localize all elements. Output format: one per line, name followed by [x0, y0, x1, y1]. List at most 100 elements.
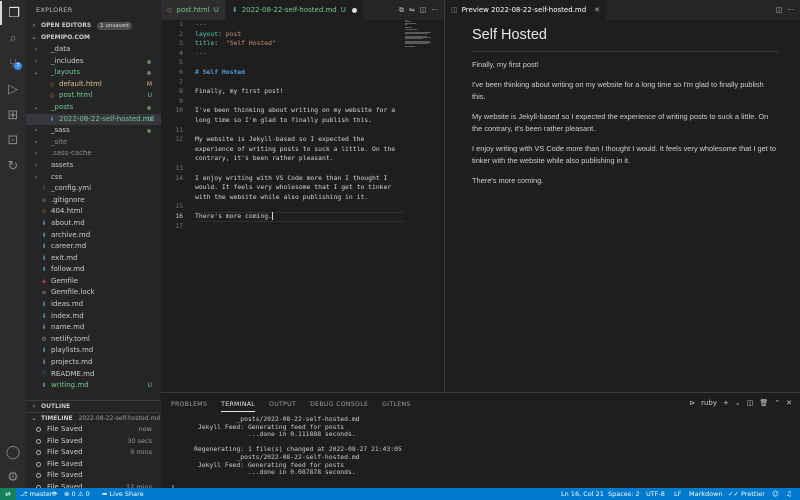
folder-item[interactable]: › css: [26, 172, 161, 184]
file-item[interactable]: ⬇ playlists.md: [26, 345, 161, 357]
chevron-right-icon: ›: [34, 173, 38, 181]
sync-icon[interactable]: ⟳: [52, 488, 57, 500]
folder-item[interactable]: › _site: [26, 137, 161, 149]
live-share-button[interactable]: ➦ Live Share: [102, 488, 144, 500]
trash-icon[interactable]: 🗑: [759, 399, 768, 407]
file-item[interactable]: ⬇ ideas.md: [26, 299, 161, 311]
folder-item[interactable]: › _includes: [26, 56, 161, 68]
file-item[interactable]: ⬇ career.md: [26, 241, 161, 253]
explorer-icon-glyph: ❐: [8, 5, 20, 21]
new-terminal-icon[interactable]: +: [723, 399, 729, 407]
problems-indicator[interactable]: ⊗ 0 ⚠ 0: [64, 488, 90, 500]
file-item[interactable]: ◇ post.html U: [26, 90, 161, 102]
maximize-panel-icon[interactable]: ⌃: [774, 399, 780, 407]
timeline-entry[interactable]: File Saved: [26, 459, 161, 471]
file-item[interactable]: ⬇ index.md: [26, 311, 161, 323]
file-item[interactable]: ⬇ writing.md U: [26, 380, 161, 392]
extensions-icon[interactable]: ⊞: [0, 103, 26, 127]
compare-changes-icon[interactable]: ⇋: [409, 6, 415, 14]
remote-explorer-icon[interactable]: ⊡: [0, 129, 26, 153]
run-debug-icon[interactable]: ▷: [0, 78, 26, 102]
panel-tab[interactable]: DEBUG CONSOLE: [310, 401, 368, 408]
file-item[interactable]: ≡ Gemfile.lock: [26, 287, 161, 299]
explorer-icon[interactable]: ❐: [0, 1, 26, 25]
file-name: career.md: [51, 242, 87, 251]
account-icon[interactable]: ◯: [0, 440, 26, 464]
remote-indicator[interactable]: ⇄: [0, 488, 16, 500]
file-item[interactable]: ⬇ exit.md: [26, 253, 161, 265]
modified-dot: [147, 71, 151, 76]
code-line: 5: [161, 58, 444, 68]
source-control-icon[interactable]: ⑂ 7: [0, 52, 26, 76]
folder-item[interactable]: ⌄ _posts: [26, 102, 161, 114]
file-type-icon: ⬇: [41, 231, 47, 239]
settings-gear-icon[interactable]: ⚙: [0, 465, 26, 489]
folder-item[interactable]: › assets: [26, 160, 161, 172]
file-item[interactable]: ⬇ name.md: [26, 322, 161, 334]
timeline-entry[interactable]: File Saved 9 mins: [26, 447, 161, 459]
search-icon-glyph: ⌕: [9, 31, 17, 46]
split-editor-icon[interactable]: ◫: [420, 6, 427, 14]
minimap[interactable]: [405, 20, 435, 50]
panel-tab[interactable]: TERMINAL: [221, 401, 256, 412]
folder-item[interactable]: ⌄ _layouts: [26, 67, 161, 79]
language-mode[interactable]: Markdown: [689, 488, 723, 500]
more-actions-icon[interactable]: ···: [787, 6, 794, 14]
branch-indicator[interactable]: ⎇ master*: [20, 488, 56, 500]
open-editors-header[interactable]: › OPEN EDITORS 1 unsaved: [26, 20, 161, 32]
line-ending[interactable]: LF: [674, 488, 681, 500]
more-actions-icon[interactable]: ···: [431, 6, 438, 14]
feedback-icon[interactable]: ☺: [772, 488, 779, 500]
open-preview-icon[interactable]: ⧉: [399, 6, 404, 15]
file-name: projects.md: [51, 358, 93, 367]
encoding[interactable]: UTF-8: [646, 488, 665, 500]
chevron-right-icon: ›: [34, 161, 38, 169]
chevron-right-icon: ›: [32, 402, 36, 410]
cursor-position[interactable]: Ln 16, Col 21: [561, 488, 604, 500]
terminal-shell-label[interactable]: ruby: [701, 399, 717, 407]
timeline-entry-time: now: [138, 425, 152, 433]
prettier-indicator[interactable]: ✓✓ Prettier: [728, 488, 765, 500]
panel-tab[interactable]: OUTPUT: [269, 401, 296, 408]
panel-tab[interactable]: PROBLEMS: [171, 401, 207, 408]
file-item[interactable]: ⬇ projects.md: [26, 357, 161, 369]
unsaved-dot-icon[interactable]: [351, 7, 357, 13]
preview-tab[interactable]: ◫ Preview 2022-08-22-self-hosted.md ✕: [445, 0, 608, 20]
file-item[interactable]: ⚙ netlify.toml: [26, 334, 161, 346]
live-share-icon[interactable]: ↻: [0, 154, 26, 178]
panel-tab[interactable]: GITLENS: [382, 401, 410, 408]
close-icon[interactable]: ✕: [594, 6, 600, 14]
file-item[interactable]: ◈ Gemfile: [26, 276, 161, 288]
file-item[interactable]: ! _config.yml: [26, 183, 161, 195]
split-terminal-icon[interactable]: ◫: [747, 399, 754, 407]
file-item[interactable]: ⓘ README.md: [26, 369, 161, 381]
file-type-icon: ⬇: [41, 219, 47, 227]
file-item[interactable]: ◇ default.html M: [26, 79, 161, 91]
folder-item[interactable]: › _sass: [26, 125, 161, 137]
close-panel-icon[interactable]: ✕: [786, 399, 792, 407]
file-item[interactable]: ⬇ archive.md: [26, 230, 161, 242]
file-item[interactable]: ◇ 404.html: [26, 206, 161, 218]
workspace-header[interactable]: ⌄ OPEMIPO.COM: [26, 32, 161, 44]
file-item[interactable]: ◆ .gitignore: [26, 195, 161, 207]
split-editor-icon[interactable]: ◫: [776, 6, 783, 14]
file-item[interactable]: ⬇ follow.md: [26, 264, 161, 276]
folder-item[interactable]: › .sass-cache: [26, 148, 161, 160]
indentation[interactable]: Spaces: 2: [608, 488, 640, 500]
outline-header[interactable]: › OUTLINE: [26, 400, 161, 412]
code-editor[interactable]: 1 --- 2 layout: post 3 title: "Self Hosted" 4 -…: [161, 20, 444, 392]
notifications-icon[interactable]: ♫: [786, 488, 792, 500]
editor-tab[interactable]: ◇ post.html U: [161, 0, 226, 20]
folder-item[interactable]: › _data: [26, 44, 161, 56]
timeline-entry[interactable]: File Saved now: [26, 424, 161, 436]
file-item[interactable]: ⬇ 2022-08-22-self-hosted.md U: [26, 113, 161, 126]
chevron-down-icon[interactable]: ⌄: [735, 399, 741, 407]
timeline-entry[interactable]: File Saved: [26, 470, 161, 482]
editor-tab[interactable]: ⬇ 2022-08-22-self-hosted.md U: [225, 0, 364, 20]
timeline-entry[interactable]: File Saved 30 secs: [26, 436, 161, 448]
file-item[interactable]: ⬇ about.md: [26, 218, 161, 230]
line-number: 2: [179, 29, 183, 38]
search-icon[interactable]: ⌕: [0, 27, 26, 51]
timeline-header[interactable]: ⌄ TIMELINE 2022-08-22-self-hosted.md: [26, 412, 161, 424]
code-line: 13: [161, 164, 444, 174]
